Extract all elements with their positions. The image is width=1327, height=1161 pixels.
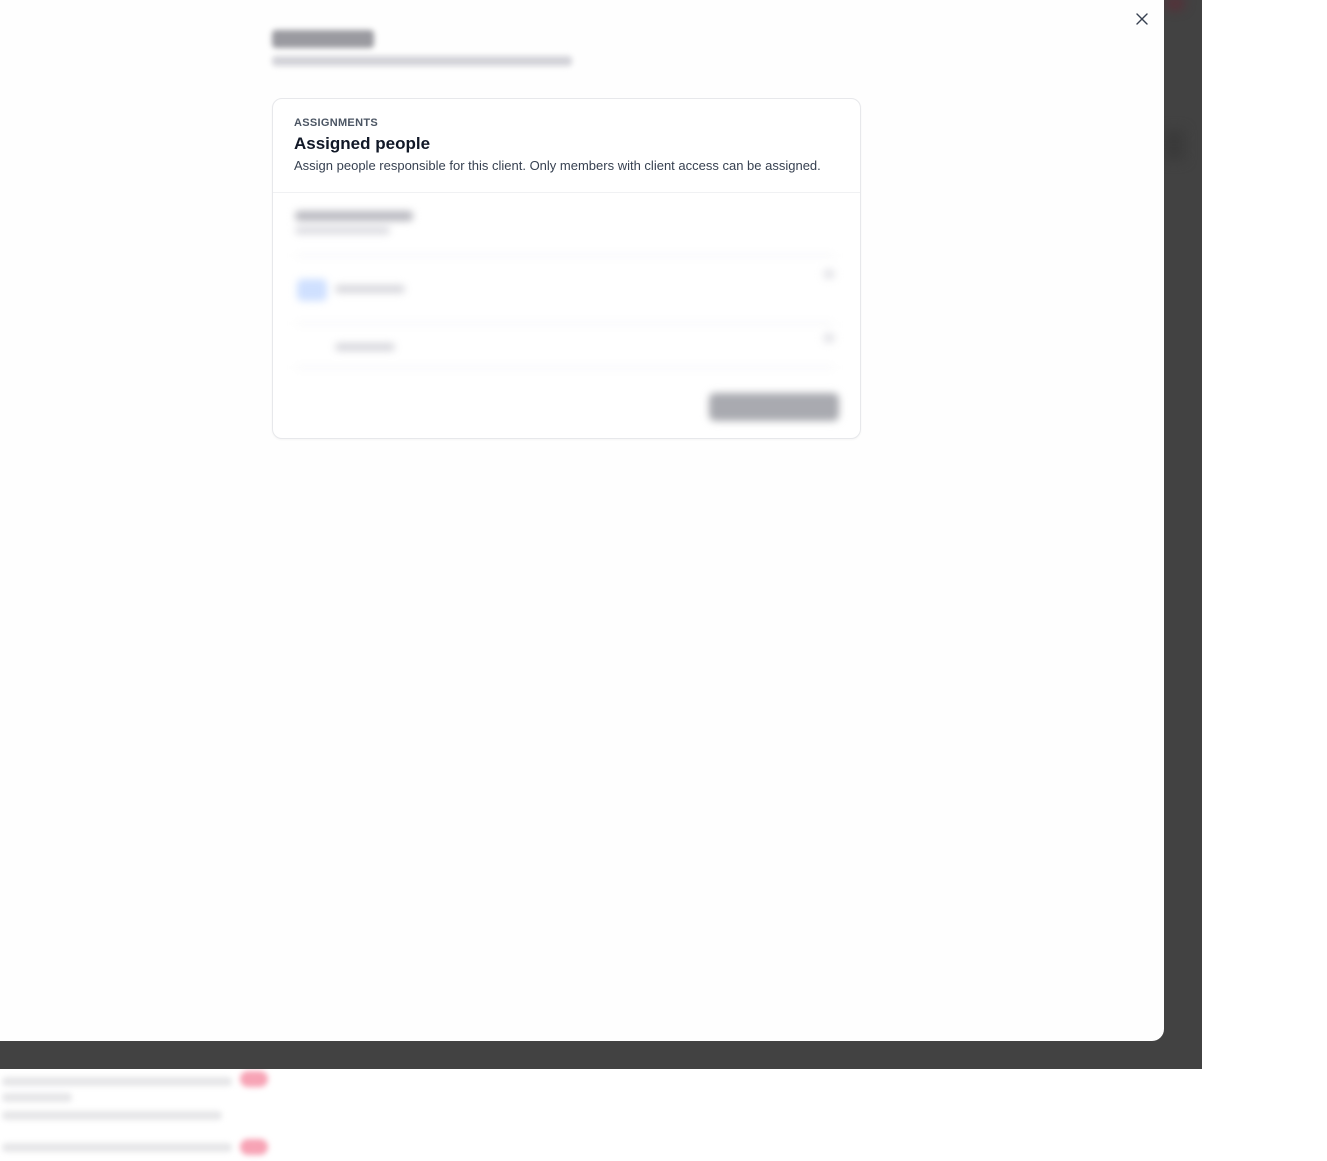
card-description: Assign people responsible for this clien… [294,158,821,173]
assignees-loading-area [273,193,860,438]
person-name-placeholder [335,343,395,351]
close-button[interactable] [1131,8,1153,30]
modal-subtitle-placeholder [272,56,572,66]
close-icon [1136,13,1148,25]
card-eyebrow: ASSIGNMENTS [294,117,378,129]
save-button-placeholder[interactable] [709,393,839,421]
checkbox-placeholder [297,279,327,301]
assigned-people-card: ASSIGNMENTS Assigned people Assign peopl… [272,98,861,439]
field-hint-placeholder [295,227,390,234]
person-name-placeholder [335,285,405,293]
status-badge [240,1139,268,1155]
assignments-modal: ASSIGNMENTS Assigned people Assign peopl… [0,0,1164,1041]
screen: ASSIGNMENTS Assigned people Assign peopl… [0,0,1327,1161]
status-badge [240,1071,268,1087]
modal-header [270,26,590,76]
card-header: ASSIGNMENTS Assigned people Assign peopl… [273,99,860,193]
card-title: Assigned people [294,134,431,153]
modal-title-placeholder [272,30,374,48]
field-label-placeholder [295,211,413,221]
background-page [0,1069,300,1161]
